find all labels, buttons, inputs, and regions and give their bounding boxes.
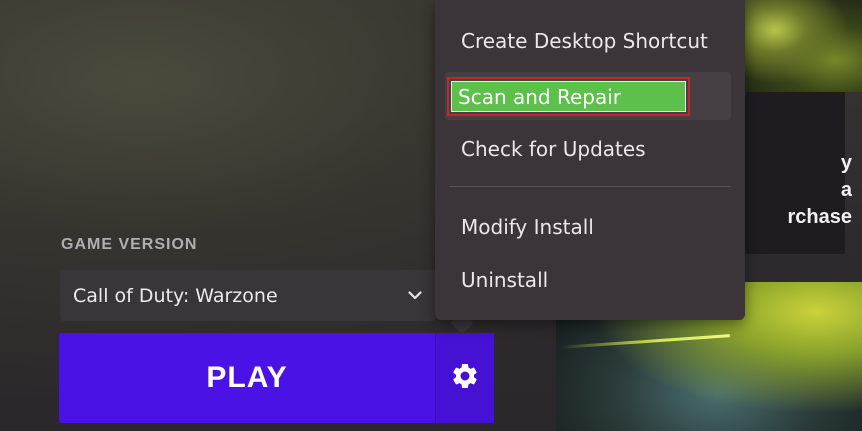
play-label: PLAY (206, 361, 288, 394)
menu-item-label: Modify Install (461, 215, 594, 239)
menu-item-check-for-updates[interactable]: Check for Updates (435, 127, 745, 171)
game-version-label: GAME VERSION (61, 236, 198, 253)
menu-divider (449, 186, 731, 187)
menu-item-scan-and-repair[interactable]: Scan and Repair (445, 72, 731, 120)
game-version-select[interactable]: Call of Duty: Warzone (60, 270, 436, 321)
play-button[interactable]: PLAY (59, 333, 494, 423)
menu-item-label: Create Desktop Shortcut (461, 29, 708, 53)
promo-art-top[interactable] (735, 0, 862, 92)
gear-icon (450, 361, 480, 395)
context-menu: Create Desktop Shortcut Scan and Repair … (435, 0, 745, 320)
menu-item-label: Uninstall (461, 268, 549, 292)
highlight-box: Scan and Repair (447, 77, 690, 116)
menu-item-create-desktop-shortcut[interactable]: Create Desktop Shortcut (435, 19, 745, 63)
menu-item-uninstall[interactable]: Uninstall (435, 258, 745, 302)
menu-item-label: Check for Updates (461, 137, 646, 161)
play-settings-button[interactable] (435, 333, 494, 423)
promo-card-text: y a rchase (787, 152, 853, 228)
menu-item-modify-install[interactable]: Modify Install (435, 205, 745, 249)
chevron-down-icon (408, 291, 422, 300)
menu-item-label: Scan and Repair (451, 81, 686, 112)
game-version-value: Call of Duty: Warzone (73, 284, 278, 307)
